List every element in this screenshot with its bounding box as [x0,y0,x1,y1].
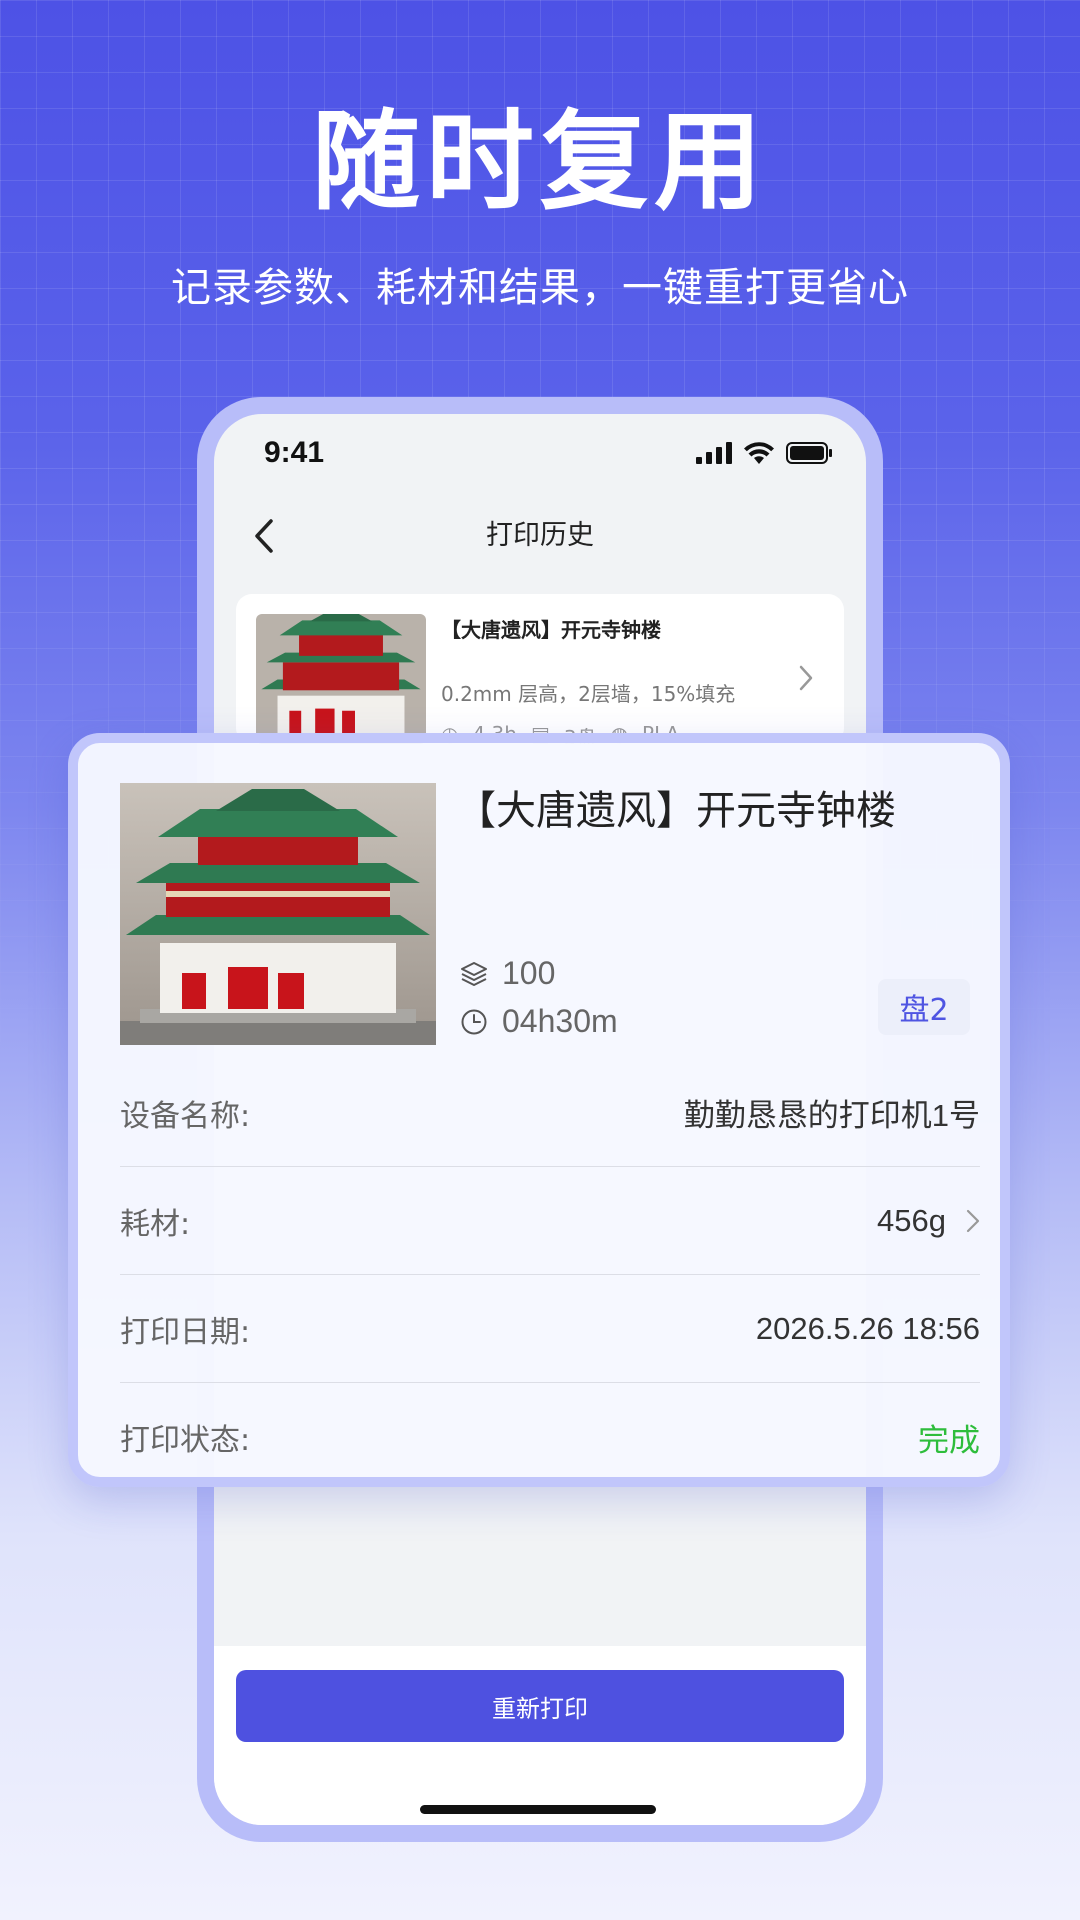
model-image [120,783,436,1045]
history-item-title: 【大唐遗风】开元寺钟楼 [441,618,661,642]
chevron-right-icon [798,664,814,696]
home-indicator [420,1805,656,1814]
plate-badge: 盘2 [878,979,970,1035]
status-time: 9:41 [264,436,325,469]
history-item-params: 0.2mm 层高，2层墙，15%填充 [441,682,736,706]
print-detail-card: 【大唐遗风】开元寺钟楼 100 04h30m 盘2 设备名称: 勤勤恳恳的打印机… [68,733,1010,1487]
wifi-icon [744,442,774,464]
device-name-row: 设备名称: 勤勤恳恳的打印机1号 [120,1059,980,1167]
duration-stat: 04h30m [460,1003,618,1040]
print-status-row: 打印状态: 完成 [120,1383,980,1491]
device-name-label: 设备名称: [120,1098,251,1134]
filament-row[interactable]: 耗材: 456g [120,1167,980,1275]
layers-value: 100 [502,955,556,991]
filament-label: 耗材: [120,1206,191,1242]
page-title: 打印历史 [486,520,594,551]
signal-icon [696,442,732,464]
reprint-button[interactable]: 重新打印 [236,1670,844,1742]
print-status-value: 完成 [918,1422,980,1458]
layers-icon [461,961,487,986]
chevron-right-icon [966,1209,980,1232]
duration-value: 04h30m [502,1003,618,1039]
history-list-item[interactable]: 【大唐遗风】开元寺钟楼 0.2mm 层高，2层墙，15%填充 ◷ 4.3h ▤ … [236,594,844,744]
print-date-label: 打印日期: [120,1314,251,1350]
clock-icon [461,1009,487,1034]
print-status-label: 打印状态: [120,1423,251,1458]
device-name-value: 勤勤恳恳的打印机1号 [683,1098,980,1133]
promo-headline: 随时复用 [311,100,768,225]
status-icons [696,442,832,464]
detail-title: 【大唐遗风】开元寺钟楼 [456,788,896,834]
print-date-row: 打印日期: 2026.5.26 18:56 [120,1275,980,1383]
promo-subline: 记录参数、耗材和结果，一键重打更省心 [171,265,909,311]
model-thumbnail [256,614,426,744]
layers-stat: 100 [460,955,555,992]
print-date-value: 2026.5.26 18:56 [755,1310,980,1346]
filament-value: 456g [877,1202,946,1238]
battery-icon [786,442,832,464]
